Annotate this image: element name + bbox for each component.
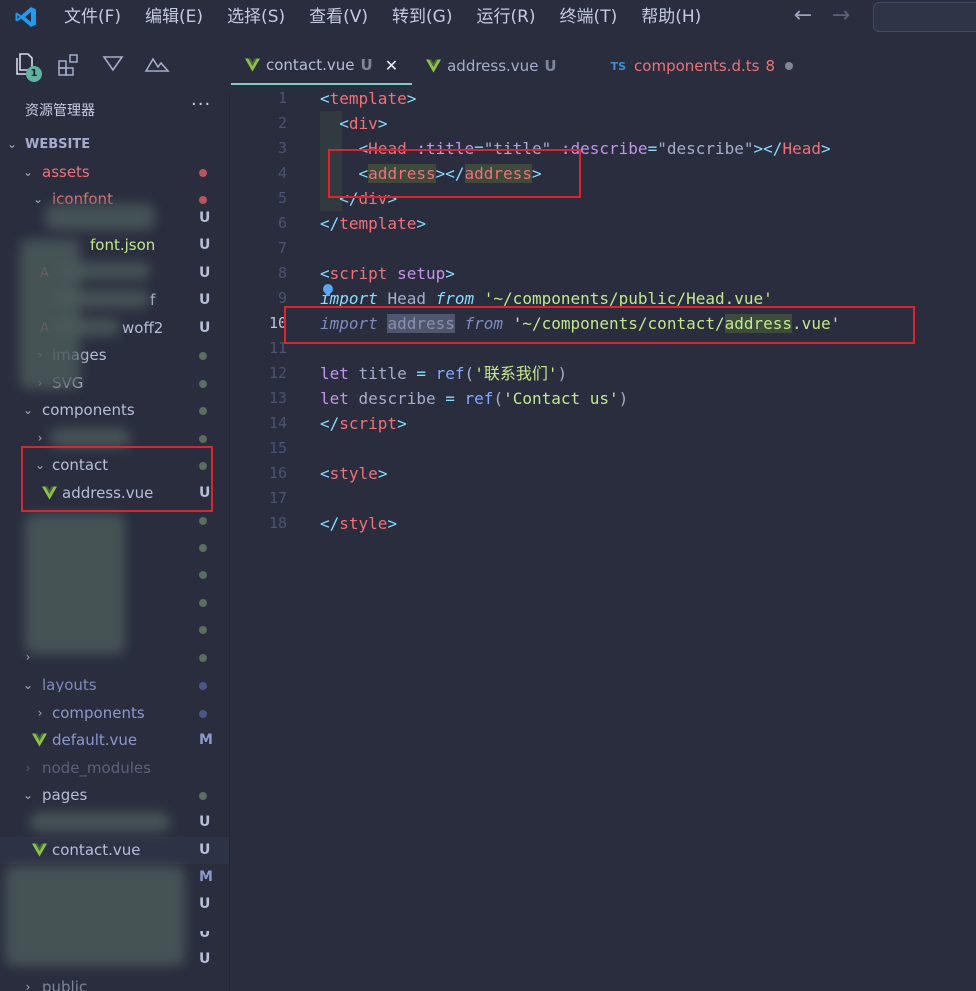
tree-folder-pages[interactable]: ⌄ pages: [0, 782, 229, 809]
tree-file-default-vue[interactable]: default.vue M: [0, 727, 229, 754]
menu-file[interactable]: 文件(F): [52, 0, 133, 34]
menu-bar: 文件(F) 编辑(E) 选择(S) 查看(V) 转到(G) 运行(R) 终端(T…: [52, 0, 713, 34]
line-number: 7: [277, 239, 287, 257]
filter-icon[interactable]: [100, 51, 126, 77]
explorer-sidebar: 资源管理器 ··· ⌄ WEBSITE ⌄ assets ⌄ iconfont …: [0, 94, 230, 991]
redacted-area: [55, 318, 120, 336]
editor-tabs: contact.vue U ✕ address.vue U TS compone…: [231, 47, 976, 85]
chevron-down-icon: ⌄: [22, 403, 34, 417]
line-number: 17: [268, 489, 287, 507]
lightbulb-icon[interactable]: [321, 283, 335, 297]
chevron-right-icon: ›: [25, 761, 31, 775]
tree-folder-layouts[interactable]: ⌄ layouts: [0, 672, 229, 699]
explorer-title: 资源管理器: [25, 103, 95, 119]
change-dot: [199, 792, 207, 800]
change-dot: [199, 544, 207, 552]
change-dot: [199, 710, 207, 718]
chevron-down-icon: ⌄: [6, 137, 18, 151]
tree-folder-components[interactable]: ⌄ components: [0, 397, 229, 424]
menu-help[interactable]: 帮助(H): [629, 0, 713, 34]
code-line-14: </script>: [320, 414, 407, 433]
error-dot: [199, 169, 207, 177]
menu-go[interactable]: 转到(G): [380, 0, 464, 34]
redacted-area: [45, 204, 155, 230]
mountains-icon[interactable]: [144, 51, 170, 77]
error-dot: [199, 196, 207, 204]
more-actions-icon[interactable]: ···: [191, 94, 211, 115]
change-dot: [199, 654, 207, 662]
chevron-right-icon: ›: [37, 706, 43, 720]
change-dot: [199, 682, 207, 690]
activity-bar: 1: [0, 34, 230, 94]
forward-arrow-icon[interactable]: →: [828, 4, 854, 30]
tab-components-d-ts[interactable]: TS components.d.ts 8: [571, 47, 807, 85]
code-line-16: <style>: [320, 464, 388, 483]
change-dot: [199, 435, 207, 443]
redacted-area: [50, 428, 130, 448]
close-icon[interactable]: ✕: [385, 56, 398, 75]
tab-address-vue[interactable]: address.vue U: [412, 47, 571, 85]
chevron-right-icon: ›: [25, 980, 31, 991]
vue-icon: [32, 843, 47, 857]
highlight-box-address-tag: [328, 149, 581, 198]
menu-selection[interactable]: 选择(S): [215, 0, 297, 34]
command-center-search[interactable]: [873, 2, 976, 32]
tree-folder-node-modules[interactable]: › node_modules: [0, 755, 229, 782]
nav-arrows: ← →: [790, 4, 854, 30]
explorer-badge: 1: [26, 66, 42, 82]
code-editor[interactable]: 1 2 3 4 5 6 7 8 9 10 11 12 13 14 15 16 1…: [231, 86, 976, 991]
tree-root-website[interactable]: ⌄ WEBSITE: [0, 131, 229, 158]
code-line-2: <div>: [339, 114, 388, 133]
back-arrow-icon[interactable]: ←: [790, 4, 816, 30]
code-line-13: let describe = ref('Contact us'): [320, 389, 629, 408]
title-bar: 文件(F) 编辑(E) 选择(S) 查看(V) 转到(G) 运行(R) 终端(T…: [0, 0, 976, 34]
code-line-6: </template>: [320, 214, 426, 233]
unsaved-dot: [785, 62, 794, 70]
vue-icon: [245, 58, 260, 72]
change-dot: [199, 571, 207, 579]
change-dot: [199, 380, 207, 388]
explorer-icon[interactable]: 1: [12, 51, 42, 82]
vscode-logo-icon: [15, 7, 36, 27]
highlight-box-import-line: [284, 306, 915, 344]
redacted-area: [30, 812, 170, 832]
menu-view[interactable]: 查看(V): [297, 0, 380, 34]
change-dot: [199, 407, 207, 415]
vue-icon: [426, 59, 442, 73]
chevron-down-icon: ⌄: [22, 165, 34, 179]
code-line-8: <script setup>: [320, 264, 455, 283]
menu-edit[interactable]: 编辑(E): [133, 0, 215, 34]
typescript-icon: TS: [610, 59, 627, 73]
menu-run[interactable]: 运行(R): [464, 0, 547, 34]
tree-folder-assets[interactable]: ⌄ assets: [0, 159, 229, 186]
change-dot: [199, 352, 207, 360]
chevron-down-icon: ⌄: [22, 678, 34, 692]
tree-folder-public[interactable]: › public: [0, 974, 229, 991]
code-line-18: </style>: [320, 514, 398, 533]
highlight-box-contact-folder: [21, 446, 213, 512]
change-dot: [199, 517, 207, 525]
change-dot: [199, 626, 207, 634]
code-line-1: <template>: [320, 89, 417, 108]
redacted-area: [5, 866, 185, 966]
vue-icon: [32, 733, 47, 747]
code-line-12: let title = ref('联系我们'): [320, 364, 568, 383]
tree-file-contact-vue[interactable]: contact.vue U: [0, 837, 229, 864]
change-dot: [199, 599, 207, 607]
redacted-area: [55, 290, 150, 308]
tree-folder-layouts-components[interactable]: › components: [0, 700, 229, 727]
chevron-down-icon: ⌄: [22, 788, 34, 802]
extensions-icon[interactable]: [56, 51, 82, 77]
line-number: 11: [268, 339, 287, 357]
tab-contact-vue[interactable]: contact.vue U ✕: [231, 47, 413, 85]
redacted-area: [60, 262, 150, 280]
redacted-area: [25, 514, 125, 654]
menu-terminal[interactable]: 终端(T): [548, 0, 630, 34]
line-number: 15: [268, 439, 287, 457]
